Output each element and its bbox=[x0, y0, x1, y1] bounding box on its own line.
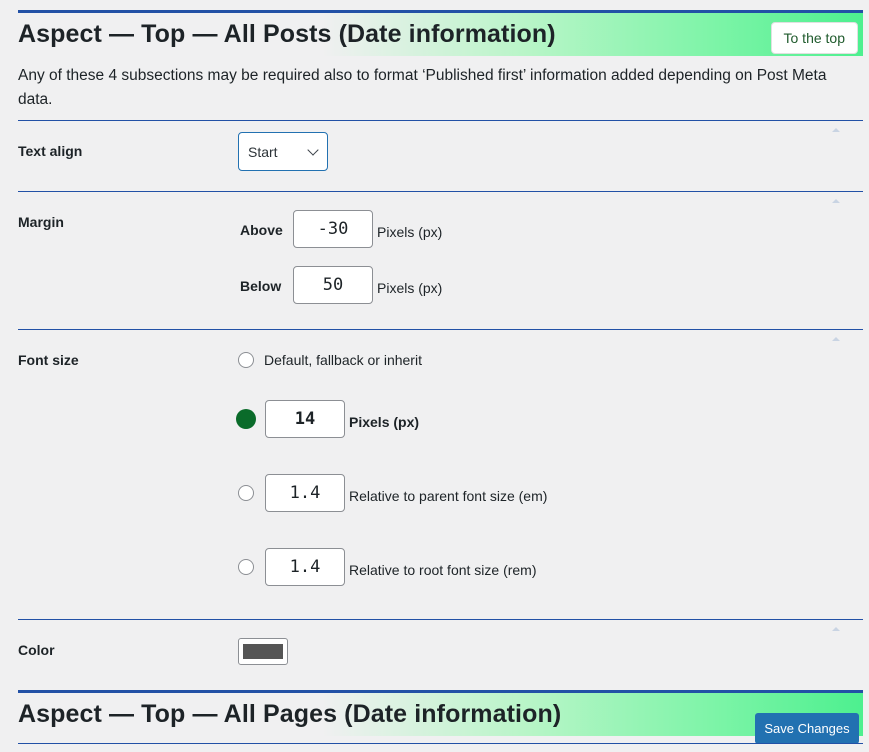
margin-label: Margin bbox=[18, 214, 64, 230]
divider bbox=[18, 329, 863, 330]
color-picker-button[interactable] bbox=[238, 638, 288, 665]
save-changes-button[interactable]: Save Changes bbox=[755, 713, 859, 744]
section-title: Aspect — Top — All Posts (Date informati… bbox=[18, 20, 556, 48]
divider bbox=[18, 743, 863, 744]
font-size-px-unit: Pixels (px) bbox=[349, 414, 420, 430]
font-size-rem-unit: Relative to root font size (rem) bbox=[349, 562, 537, 578]
divider bbox=[18, 120, 863, 121]
color-swatch bbox=[243, 644, 283, 659]
text-align-selected-value: Start bbox=[248, 144, 278, 160]
divider bbox=[18, 619, 863, 620]
font-size-rem-radio[interactable] bbox=[238, 559, 254, 575]
section-header-posts: Aspect — Top — All Posts (Date informati… bbox=[18, 10, 863, 56]
section-title: Aspect — Top — All Pages (Date informati… bbox=[18, 700, 562, 728]
margin-above-label: Above bbox=[240, 222, 283, 238]
font-size-em-radio[interactable] bbox=[238, 485, 254, 501]
text-align-select[interactable]: Start bbox=[238, 132, 328, 171]
chevron-down-icon bbox=[307, 144, 319, 156]
collapse-caret-icon[interactable] bbox=[832, 627, 840, 631]
text-align-label: Text align bbox=[18, 143, 83, 159]
collapse-caret-icon[interactable] bbox=[832, 128, 840, 132]
font-size-px-input[interactable]: 14 bbox=[265, 400, 345, 438]
section-header-pages: Aspect — Top — All Pages (Date informati… bbox=[18, 690, 863, 736]
section-description: Any of these 4 subsections may be requir… bbox=[18, 67, 827, 108]
margin-below-label: Below bbox=[240, 278, 282, 294]
font-size-default-label: Default, fallback or inherit bbox=[264, 352, 422, 368]
font-size-default-radio[interactable] bbox=[238, 352, 254, 368]
collapse-caret-icon[interactable] bbox=[832, 199, 840, 203]
margin-above-input[interactable]: -30 bbox=[293, 210, 373, 248]
font-size-em-input[interactable]: 1.4 bbox=[265, 474, 345, 512]
margin-below-input[interactable]: 50 bbox=[293, 266, 373, 304]
font-size-px-radio[interactable] bbox=[236, 409, 256, 429]
collapse-caret-icon[interactable] bbox=[832, 337, 840, 341]
divider bbox=[18, 191, 863, 192]
to-the-top-button[interactable]: To the top bbox=[770, 22, 858, 54]
margin-above-unit: Pixels (px) bbox=[377, 224, 443, 240]
margin-below-unit: Pixels (px) bbox=[377, 280, 443, 296]
font-size-label: Font size bbox=[18, 352, 79, 368]
color-label: Color bbox=[18, 642, 55, 658]
font-size-em-unit: Relative to parent font size (em) bbox=[349, 488, 548, 504]
font-size-rem-input[interactable]: 1.4 bbox=[265, 548, 345, 586]
